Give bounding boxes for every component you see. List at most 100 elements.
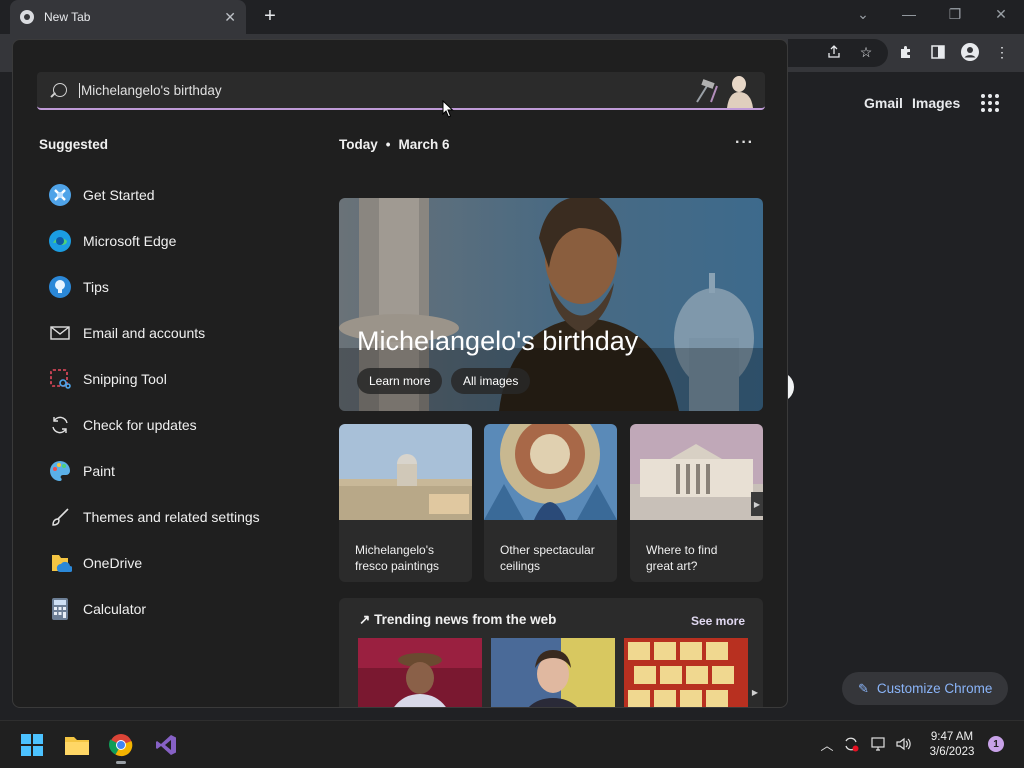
close-button[interactable]: ✕ <box>986 6 1016 23</box>
paint-icon <box>47 458 73 484</box>
chevron-right-icon[interactable]: ▶ <box>751 492 763 516</box>
share-icon[interactable] <box>824 42 844 62</box>
browser-menu-icon[interactable]: ⋮ <box>992 42 1012 62</box>
today-separator: • <box>385 137 391 152</box>
museum-building-image <box>630 424 763 520</box>
onedrive-icon <box>47 550 73 576</box>
folder-icon <box>65 737 89 755</box>
suggested-item-snipping-tool[interactable]: Snipping Tool <box>47 356 307 402</box>
start-button[interactable] <box>18 731 46 759</box>
suggested-item-paint[interactable]: Paint <box>47 448 307 494</box>
edge-icon <box>47 228 73 254</box>
suggested-item-label: Paint <box>83 463 115 479</box>
today-heading: Today • March 6 <box>339 137 450 152</box>
chrome-icon <box>109 734 133 757</box>
show-hidden-icons-chevron-up-icon[interactable]: ︿ <box>818 735 836 753</box>
search-highlight-illustration <box>696 76 753 108</box>
suggested-item-tips[interactable]: Tips <box>47 264 307 310</box>
file-explorer-button[interactable] <box>63 731 91 759</box>
tab-close-icon[interactable]: ✕ <box>224 9 236 26</box>
news-item-1[interactable] <box>358 638 482 707</box>
search-input[interactable]: Michelangelo's birthday <box>37 72 765 110</box>
tab-new-tab[interactable]: New Tab ✕ <box>10 0 246 34</box>
card-caption: Other spectacular ceilings <box>500 543 595 573</box>
visual-studio-button[interactable] <box>152 731 180 759</box>
card-caption: Where to find great art? <box>646 543 718 573</box>
suggested-item-label: Tips <box>83 279 109 295</box>
card-fresco-paintings[interactable]: Michelangelo's fresco paintings <box>339 424 472 582</box>
tips-icon <box>47 274 73 300</box>
hero-title: Michelangelo's birthday <box>357 326 639 356</box>
customize-chrome-button[interactable]: ✎ Customize Chrome <box>842 672 1008 705</box>
chrome-favicon-icon <box>20 10 34 24</box>
profile-icon[interactable] <box>960 42 980 62</box>
notification-badge[interactable]: 1 <box>988 736 1004 752</box>
new-tab-button[interactable]: + <box>258 5 282 29</box>
tab-title: New Tab <box>44 10 91 24</box>
gmail-link[interactable]: Gmail <box>864 95 903 111</box>
side-panel-icon[interactable] <box>928 42 948 62</box>
news-image-performer <box>358 638 482 707</box>
card-spectacular-ceilings[interactable]: Other spectacular ceilings <box>484 424 617 582</box>
snipping-tool-icon <box>47 366 73 392</box>
today-label: Today <box>339 137 378 152</box>
suggested-item-email[interactable]: Email and accounts <box>47 310 307 356</box>
chevron-right-icon[interactable]: ▶ <box>749 680 761 704</box>
search-icon <box>53 83 67 97</box>
suggested-item-label: Themes and related settings <box>83 509 260 525</box>
suggested-item-onedrive[interactable]: OneDrive <box>47 540 307 586</box>
mouse-cursor-icon <box>442 100 454 118</box>
active-app-indicator <box>116 761 126 764</box>
news-image-speaker <box>491 638 615 707</box>
images-link[interactable]: Images <box>912 95 960 111</box>
card-find-great-art[interactable]: Where to find great art? <box>630 424 763 582</box>
customize-chrome-label: Customize Chrome <box>876 681 993 696</box>
hero-card[interactable]: Michelangelo's birthday Learn more All i… <box>339 198 763 411</box>
trending-up-icon: ↗ <box>359 612 371 627</box>
card-caption: Michelangelo's fresco paintings <box>355 543 440 573</box>
suggested-item-edge[interactable]: Microsoft Edge <box>47 218 307 264</box>
get-started-icon <box>47 182 73 208</box>
all-images-button[interactable]: All images <box>451 368 531 394</box>
see-more-link[interactable]: See more <box>691 614 745 628</box>
suggested-item-themes[interactable]: Themes and related settings <box>47 494 307 540</box>
news-image-cheese <box>624 638 748 707</box>
more-options-button[interactable]: ··· <box>735 134 754 152</box>
suggested-item-get-started[interactable]: Get Started <box>47 172 307 218</box>
tab-strip: New Tab ✕ + ⌄ — ❐ ✕ <box>0 0 1024 34</box>
network-icon[interactable] <box>870 735 888 753</box>
suggested-item-label: Calculator <box>83 601 147 617</box>
trending-title-text: Trending news from the web <box>374 612 557 627</box>
volume-icon[interactable] <box>894 735 912 753</box>
suggested-item-calculator[interactable]: Calculator <box>47 586 307 632</box>
suggested-item-updates[interactable]: Check for updates <box>47 402 307 448</box>
news-item-3[interactable] <box>624 638 748 707</box>
minimize-button[interactable]: — <box>894 6 924 22</box>
brush-icon <box>47 504 73 530</box>
windows-logo-icon <box>21 734 43 756</box>
calculator-icon <box>47 596 73 622</box>
sync-icon[interactable] <box>842 735 860 753</box>
suggested-item-label: Check for updates <box>83 417 197 433</box>
suggested-item-label: Email and accounts <box>83 325 206 341</box>
news-item-2[interactable] <box>491 638 615 707</box>
extensions-icon[interactable] <box>896 42 916 62</box>
suggested-item-label: Get Started <box>83 187 155 203</box>
restore-button[interactable]: ❐ <box>940 6 970 23</box>
system-clock[interactable]: 9:47 AM 3/6/2023 <box>922 730 982 760</box>
chrome-button[interactable] <box>107 731 135 759</box>
search-query-text[interactable]: Michelangelo's birthday <box>79 82 222 98</box>
bookmark-star-icon[interactable]: ☆ <box>856 42 876 62</box>
refresh-icon <box>47 412 73 438</box>
taskbar: ︿ 9:47 AM 3/6/2023 1 <box>0 720 1024 768</box>
topic-cards: Michelangelo's fresco paintings Other sp… <box>339 424 763 582</box>
suggested-list: Get Started Microsoft Edge Tips Email an… <box>47 172 307 632</box>
visual-studio-icon <box>156 735 176 755</box>
clock-time: 9:47 AM <box>930 731 974 743</box>
tab-search-icon[interactable]: ⌄ <box>848 6 878 23</box>
ornate-ceiling-image <box>484 424 617 520</box>
clock-date: 3/6/2023 <box>929 746 975 758</box>
learn-more-button[interactable]: Learn more <box>357 368 443 394</box>
google-apps-icon[interactable] <box>981 94 999 112</box>
windows-search-panel: Michelangelo's birthday Suggested Get St… <box>12 39 788 708</box>
